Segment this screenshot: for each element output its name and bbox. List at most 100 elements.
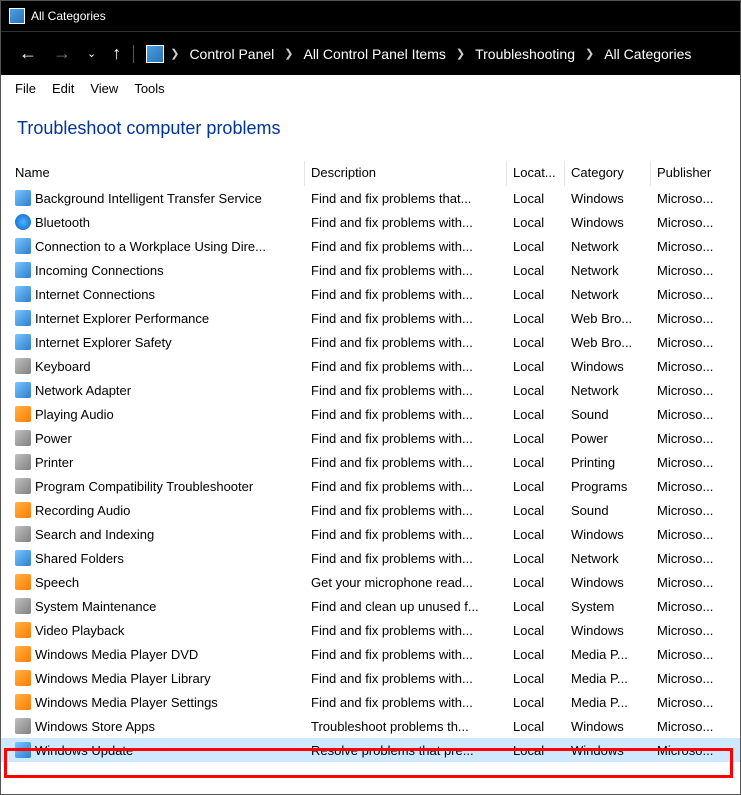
recent-dropdown[interactable]: ⌄	[79, 45, 104, 62]
table-row[interactable]: BluetoothFind and fix problems with...Lo…	[1, 210, 740, 234]
breadcrumb-root-icon[interactable]	[146, 45, 164, 63]
back-button[interactable]: ←	[11, 41, 45, 66]
breadcrumb-item-control-panel[interactable]: Control Panel	[183, 44, 280, 64]
cell-location: Local	[507, 333, 565, 352]
cell-publisher: Microso...	[651, 357, 733, 376]
cell-publisher: Microso...	[651, 309, 733, 328]
cell-category: Media P...	[565, 645, 651, 664]
table-row[interactable]: Shared FoldersFind and fix problems with…	[1, 546, 740, 570]
column-header-description[interactable]: Description	[305, 161, 507, 186]
row-name: Incoming Connections	[35, 263, 164, 278]
cell-publisher: Microso...	[651, 597, 733, 616]
table-row[interactable]: Incoming Connections Find and fix problem…	[1, 258, 740, 282]
troubleshooter-icon	[15, 526, 31, 542]
cell-description: Find and fix problems with...	[305, 237, 507, 256]
menu-edit[interactable]: Edit	[52, 81, 74, 96]
cell-publisher: Microso...	[651, 237, 733, 256]
table-row[interactable]: Internet Explorer PerformanceFind and fi…	[1, 306, 740, 330]
cell-description: Find and fix problems with...	[305, 669, 507, 688]
forward-button[interactable]: →	[45, 41, 79, 66]
troubleshooter-icon	[15, 454, 31, 470]
table-row[interactable]: Windows Media Player LibraryFind and fix…	[1, 666, 740, 690]
table-row[interactable]: Search and IndexingFind and fix problems…	[1, 522, 740, 546]
cell-description: Find and fix problems with...	[305, 285, 507, 304]
troubleshooter-icon	[15, 478, 31, 494]
row-name: Windows Media Player Settings	[35, 695, 218, 710]
cell-location: Local	[507, 213, 565, 232]
column-header-name[interactable]: Name	[9, 161, 305, 186]
row-name: Recording Audio	[35, 503, 130, 518]
cell-category: Programs	[565, 477, 651, 496]
row-name: Search and Indexing	[35, 527, 154, 542]
troubleshooter-icon	[15, 502, 31, 518]
row-name: Internet Connections	[35, 287, 155, 302]
cell-location: Local	[507, 381, 565, 400]
table-row[interactable]: Program Compatibility TroubleshooterFind…	[1, 474, 740, 498]
troubleshooter-icon	[15, 694, 31, 710]
cell-location: Local	[507, 717, 565, 736]
cell-name: Windows Update	[9, 740, 305, 760]
menu-file[interactable]: File	[15, 81, 36, 96]
column-header-location[interactable]: Locat...	[507, 161, 565, 186]
cell-category: Web Bro...	[565, 333, 651, 352]
table-row[interactable]: PowerFind and fix problems with...LocalP…	[1, 426, 740, 450]
cell-description: Resolve problems that pre...	[305, 741, 507, 760]
cell-description: Find and fix problems that...	[305, 189, 507, 208]
breadcrumb-item-troubleshooting[interactable]: Troubleshooting	[469, 44, 581, 64]
row-name: Power	[35, 431, 72, 446]
up-button[interactable]: ↑	[104, 41, 129, 66]
cell-category: Windows	[565, 573, 651, 592]
cell-location: Local	[507, 477, 565, 496]
table-row[interactable]: Recording AudioFind and fix problems wit…	[1, 498, 740, 522]
table-row[interactable]: Connection to a Workplace Using Dire... F…	[1, 234, 740, 258]
cell-description: Find and fix problems with...	[305, 453, 507, 472]
cell-name: Recording Audio	[9, 500, 305, 520]
breadcrumb-item-all-categories[interactable]: All Categories	[598, 44, 697, 64]
table-row[interactable]: Playing AudioFind and fix problems with.…	[1, 402, 740, 426]
cell-location: Local	[507, 237, 565, 256]
table-row[interactable]: KeyboardFind and fix problems with...Loc…	[1, 354, 740, 378]
chevron-right-icon[interactable]: ❯	[282, 47, 295, 60]
row-name: Connection to a Workplace Using Dire...	[35, 239, 266, 254]
cell-publisher: Microso...	[651, 453, 733, 472]
cell-publisher: Microso...	[651, 669, 733, 688]
cell-name: Bluetooth	[9, 212, 305, 232]
cell-description: Find and clean up unused f...	[305, 597, 507, 616]
chevron-right-icon[interactable]: ❯	[583, 47, 596, 60]
table-row[interactable]: Network AdapterFind and fix problems wit…	[1, 378, 740, 402]
troubleshooter-icon	[15, 190, 31, 206]
troubleshooter-icon	[15, 406, 31, 422]
table-row[interactable]: Video PlaybackFind and fix problems with…	[1, 618, 740, 642]
cell-category: Media P...	[565, 669, 651, 688]
chevron-right-icon[interactable]: ❯	[168, 47, 181, 60]
table-row[interactable]: Windows Media Player DVDFind and fix pro…	[1, 642, 740, 666]
table-row[interactable]: System MaintenanceFind and clean up unus…	[1, 594, 740, 618]
cell-publisher: Microso...	[651, 333, 733, 352]
table-row[interactable]: PrinterFind and fix problems with...Loca…	[1, 450, 740, 474]
row-name: Video Playback	[35, 623, 124, 638]
cell-location: Local	[507, 261, 565, 280]
troubleshooter-icon	[15, 334, 31, 350]
table-row[interactable]: SpeechGet your microphone read...LocalWi…	[1, 570, 740, 594]
cell-description: Find and fix problems with...	[305, 549, 507, 568]
troubleshooter-icon	[15, 286, 31, 302]
table-row[interactable]: Internet Explorer SafetyFind and fix pro…	[1, 330, 740, 354]
table-row[interactable]: Windows Media Player SettingsFind and fi…	[1, 690, 740, 714]
table-row[interactable]: Background Intelligent Transfer ServiceF…	[1, 186, 740, 210]
cell-name: Windows Store Apps	[9, 716, 305, 736]
column-header-category[interactable]: Category	[565, 161, 651, 186]
menu-view[interactable]: View	[90, 81, 118, 96]
cell-category: Windows	[565, 525, 651, 544]
breadcrumb-item-all-items[interactable]: All Control Panel Items	[297, 44, 451, 64]
cell-category: Network	[565, 261, 651, 280]
table-row[interactable]: Windows Store AppsTroubleshoot problems …	[1, 714, 740, 738]
cell-description: Find and fix problems with...	[305, 261, 507, 280]
chevron-right-icon[interactable]: ❯	[454, 47, 467, 60]
table-row[interactable]: Internet Connections Find and fix problem…	[1, 282, 740, 306]
cell-description: Find and fix problems with...	[305, 405, 507, 424]
menu-tools[interactable]: Tools	[134, 81, 164, 96]
column-header-publisher[interactable]: Publisher	[651, 161, 733, 186]
table-row[interactable]: Windows UpdateResolve problems that pre.…	[1, 738, 740, 762]
menu-bar: File Edit View Tools	[1, 75, 740, 100]
troubleshooter-icon	[15, 382, 31, 398]
